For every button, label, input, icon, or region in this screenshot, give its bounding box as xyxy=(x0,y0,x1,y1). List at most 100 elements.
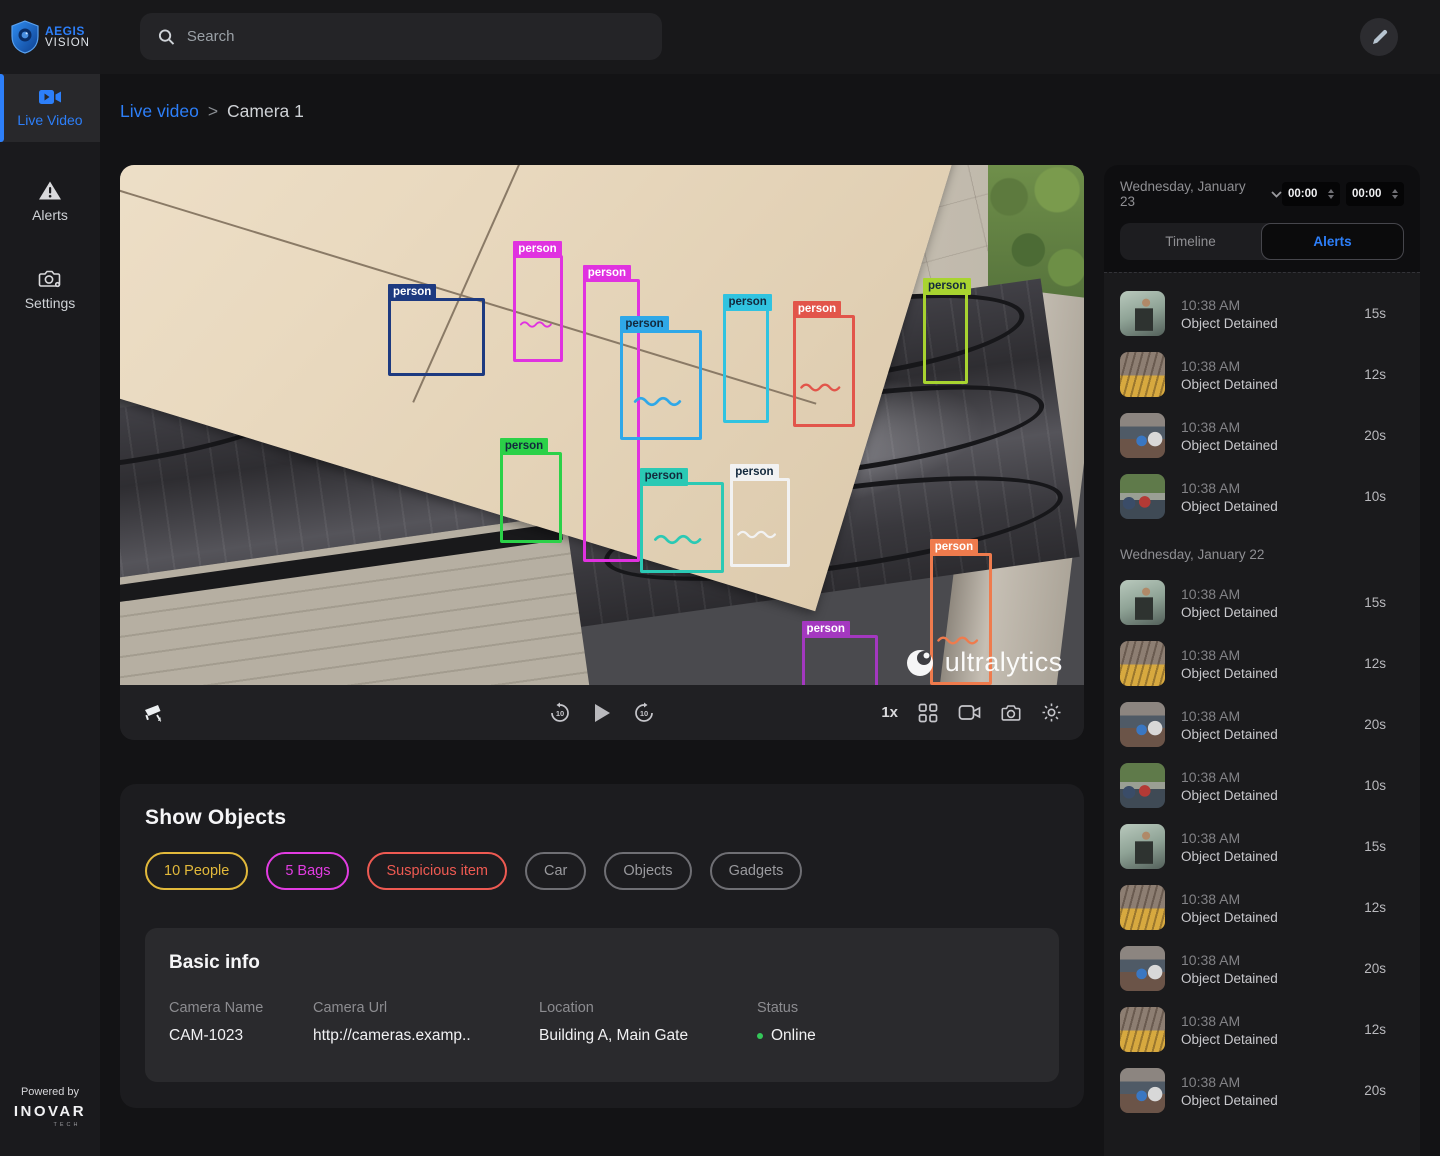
alert-duration: 12s xyxy=(1364,1022,1386,1037)
tracking-trail xyxy=(654,535,702,545)
shield-icon xyxy=(11,20,39,54)
sidebar-item-alerts[interactable]: Alerts xyxy=(0,168,100,235)
chip-car[interactable]: Car xyxy=(525,852,587,890)
alert-thumbnail xyxy=(1120,946,1165,991)
partner-logo: INOVAR xyxy=(13,1103,87,1120)
detection-box-person: person xyxy=(923,277,972,384)
alert-item[interactable]: 10:38 AM Object Detained 12s xyxy=(1104,877,1420,938)
sidebar-item-settings[interactable]: Settings xyxy=(0,257,100,323)
grid-view-button[interactable] xyxy=(918,703,938,723)
time-spinner[interactable] xyxy=(1392,189,1398,199)
alert-item[interactable]: 10:38 AM Object Detained 20s xyxy=(1104,694,1420,755)
alert-time: 10:38 AM xyxy=(1181,296,1241,313)
status-online-dot xyxy=(757,1033,763,1039)
chip-5-bags[interactable]: 5 Bags xyxy=(266,852,350,890)
breadcrumb: Live video > Camera 1 xyxy=(120,101,304,122)
breadcrumb-separator: > xyxy=(207,101,219,121)
alert-time: 10:38 AM xyxy=(1181,646,1241,663)
chip-10-people[interactable]: 10 People xyxy=(145,852,249,890)
alert-item[interactable]: 10:38 AM Object Detained 12s xyxy=(1104,633,1420,694)
chip-suspicious-item[interactable]: Suspicious item xyxy=(367,852,508,890)
alert-duration: 20s xyxy=(1364,1083,1386,1098)
svg-text:10: 10 xyxy=(556,709,564,718)
time-spinner[interactable] xyxy=(1328,189,1334,199)
alert-item[interactable]: 10:38 AM Object Detained 20s xyxy=(1104,1060,1420,1121)
alert-item[interactable]: 10:38 AM Object Detained 12s xyxy=(1104,344,1420,405)
alert-thumbnail xyxy=(1120,580,1165,625)
forward-10-icon: 10 xyxy=(635,702,653,722)
detection-label: person xyxy=(801,621,850,639)
alert-event: Object Detained xyxy=(1181,665,1278,681)
sidebar-item-label: Settings xyxy=(24,295,76,311)
alert-event: Object Detained xyxy=(1181,726,1278,742)
date-picker[interactable]: Wednesday, January 23 xyxy=(1120,179,1282,209)
forward-10-button[interactable]: 10 xyxy=(633,702,655,724)
tab-alerts[interactable]: Alerts xyxy=(1261,223,1404,260)
alert-item[interactable]: 10:38 AM Object Detained 15s xyxy=(1104,283,1420,344)
alert-duration: 10s xyxy=(1364,778,1386,793)
alert-thumbnail xyxy=(1120,352,1165,397)
snapshot-button[interactable] xyxy=(1001,704,1021,722)
status-badge: Online xyxy=(771,1027,816,1044)
alert-event: Object Detained xyxy=(1181,604,1278,620)
photo-camera-icon xyxy=(1001,704,1021,721)
alert-item[interactable]: 10:38 AM Object Detained 10s xyxy=(1104,755,1420,816)
alert-duration: 20s xyxy=(1364,961,1386,976)
edit-button[interactable] xyxy=(1360,18,1398,56)
field-camera-url: Camera Url http://cameras.examp.. xyxy=(313,1000,539,1045)
play-button[interactable] xyxy=(593,703,611,723)
settings-button[interactable] xyxy=(1041,702,1062,723)
alert-item[interactable]: 10:38 AM Object Detained 15s xyxy=(1104,816,1420,877)
breadcrumb-live-video[interactable]: Live video xyxy=(120,101,199,122)
detection-box-person: person xyxy=(723,294,772,423)
field-value: Building A, Main Gate xyxy=(539,1027,689,1044)
alert-duration: 12s xyxy=(1364,367,1386,382)
detection-box-person: person xyxy=(620,315,703,441)
search-bar[interactable] xyxy=(140,13,662,60)
time-from-input[interactable]: 00:00 xyxy=(1282,182,1340,206)
chip-gadgets[interactable]: Gadgets xyxy=(709,852,803,890)
powered-by: Powered by INOVAR TECH xyxy=(0,1086,100,1128)
search-input[interactable] xyxy=(186,28,644,45)
alert-item[interactable]: 10:38 AM Object Detained 20s xyxy=(1104,405,1420,466)
detection-label: person xyxy=(923,277,972,296)
alert-duration: 20s xyxy=(1364,428,1386,443)
rewind-10-button[interactable]: 10 xyxy=(549,702,571,724)
sidebar-item-live-video[interactable]: Live Video xyxy=(0,74,100,142)
field-location: Location Building A, Main Gate xyxy=(539,1000,757,1045)
record-video-button[interactable] xyxy=(958,704,981,721)
alert-item[interactable]: 10:38 AM Object Detained 12s xyxy=(1104,999,1420,1060)
cctv-camera-button[interactable]: 4 xyxy=(142,702,166,724)
chip-objects[interactable]: Objects xyxy=(604,852,692,890)
time-to-input[interactable]: 00:00 xyxy=(1346,182,1404,206)
basic-info-card: Basic info Camera Name CAM-1023 Camera U… xyxy=(145,928,1059,1082)
alert-item[interactable]: 10:38 AM Object Detained 10s xyxy=(1104,466,1420,527)
field-value: http://cameras.examp.. xyxy=(313,1027,471,1044)
brand-name-2: VISION xyxy=(45,36,90,49)
alert-list[interactable]: 10:38 AM Object Detained 15s 10:38 AM Object… xyxy=(1104,272,1420,1156)
sidebar: AEGIS VISION Live Video Alerts Settings … xyxy=(0,0,100,1156)
detection-label: person xyxy=(582,264,632,283)
detection-box-person: person xyxy=(499,438,562,544)
alert-duration: 10s xyxy=(1364,489,1386,504)
warning-triangle-icon xyxy=(39,181,61,200)
search-icon xyxy=(158,28,175,45)
tracking-trail xyxy=(937,636,979,645)
detection-label: person xyxy=(513,240,562,259)
video-feed[interactable]: person person person person person person pers… xyxy=(120,165,1084,685)
playback-speed[interactable]: 1x xyxy=(881,704,898,721)
tracking-trail xyxy=(800,383,841,392)
tracking-trail xyxy=(737,530,777,539)
chevron-down-icon xyxy=(1271,190,1282,198)
alert-duration: 15s xyxy=(1364,839,1386,854)
alert-time: 10:38 AM xyxy=(1181,479,1241,496)
tab-timeline[interactable]: Timeline xyxy=(1120,223,1261,260)
alert-item[interactable]: 10:38 AM Object Detained 15s xyxy=(1104,572,1420,633)
alert-thumbnail xyxy=(1120,1007,1165,1052)
field-label: Status xyxy=(757,1000,799,1016)
gear-icon xyxy=(1042,703,1061,722)
alert-item[interactable]: 10:38 AM Object Detained 20s xyxy=(1104,938,1420,999)
grid-icon xyxy=(918,703,938,722)
alert-thumbnail xyxy=(1120,291,1165,336)
ultralytics-logo-icon xyxy=(906,649,933,676)
